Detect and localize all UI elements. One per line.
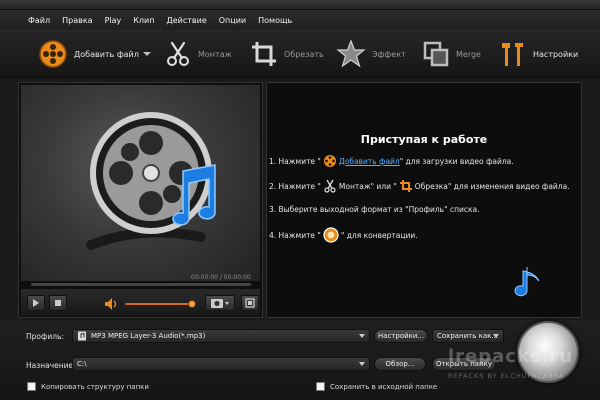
- merge-label: Merge: [456, 49, 481, 59]
- step-1-prefix: 1. Нажмите ": [269, 156, 321, 166]
- save-source-checkbox[interactable]: [316, 382, 325, 391]
- player-controls: [21, 289, 260, 316]
- menu-clip[interactable]: Клип: [133, 16, 154, 25]
- convert-icon: [323, 227, 339, 243]
- play-button[interactable]: [27, 295, 45, 311]
- menu-file[interactable]: Файл: [28, 16, 50, 25]
- save-source-label: Сохранить в исходной папке: [330, 383, 438, 391]
- getting-started-title: Приступая к работе: [360, 133, 488, 146]
- watermark-site: lrepacks.ru: [448, 346, 574, 367]
- step-1: 1. Нажмите " Добавить файл " для загрузк…: [269, 154, 514, 168]
- menu-edit[interactable]: Правка: [62, 16, 92, 25]
- effect-button[interactable]: Эффект: [336, 38, 406, 70]
- crop-button[interactable]: Обрезать: [250, 38, 324, 70]
- merge-button[interactable]: Merge: [422, 38, 481, 70]
- step-3-text: 3. Выберите выходной формат из "Профиль"…: [269, 205, 480, 214]
- step-2-prefix: 2. Нажмите ": [269, 181, 321, 191]
- menu-play[interactable]: Play: [105, 16, 122, 25]
- fullscreen-icon: [245, 298, 255, 308]
- window-titlebar: [0, 0, 600, 10]
- step-1-suffix: " для загрузки видео файла.: [399, 156, 514, 166]
- save-as-label: Сохранить как...: [437, 332, 499, 340]
- add-file-button[interactable]: Добавить файл: [38, 38, 152, 70]
- menu-action[interactable]: Действие: [166, 16, 206, 25]
- step-2: 2. Нажмите " Монтаж" или " Обрезка" для …: [269, 179, 570, 193]
- volume-knob[interactable]: [188, 300, 196, 308]
- chevron-down-icon: [359, 362, 365, 366]
- destination-label: Назначение:: [26, 361, 76, 370]
- volume-slider[interactable]: [125, 303, 191, 305]
- menu-options[interactable]: Опции: [219, 16, 246, 25]
- step-4: 4. Нажмите " " для конвертации.: [269, 227, 418, 243]
- destination-dropdown[interactable]: C:\: [72, 357, 370, 371]
- chevron-down-icon: [493, 334, 499, 338]
- crop-icon: [252, 42, 276, 66]
- merge-icon: [423, 41, 449, 67]
- destination-value: C:\: [77, 360, 87, 368]
- trim-label: Монтаж: [198, 49, 232, 59]
- toolbar: Добавить файл Монтаж Обрезать Эффект Mer…: [0, 30, 600, 78]
- scissors-icon: [324, 179, 336, 193]
- effect-label: Эффект: [372, 49, 406, 59]
- profile-value: MP3 MPEG Layer-3 Audio(*.mp3): [91, 332, 206, 340]
- menu-help[interactable]: Помощь: [258, 16, 292, 25]
- camera-icon: [211, 299, 229, 308]
- watermark-credit: REPACKS BY ELCHUPACABRA: [448, 372, 565, 380]
- profile-dropdown[interactable]: MP3 MPEG Layer-3 Audio(*.mp3): [72, 329, 370, 343]
- chevron-down-icon: [359, 334, 365, 338]
- copy-structure-checkbox[interactable]: [27, 382, 36, 391]
- timecode: 00:00:00 / 00:00:00: [191, 274, 251, 281]
- add-file-link[interactable]: Добавить файл: [339, 157, 400, 166]
- copy-structure-label: Копировать структуру папки: [41, 383, 149, 391]
- scissors-icon: [167, 41, 189, 66]
- tools-icon: [502, 43, 523, 66]
- trim-button[interactable]: Монтаж: [164, 38, 232, 70]
- film-reel-music-icon: [86, 112, 216, 250]
- music-note-icon: [514, 267, 540, 297]
- settings-label: Настройки: [533, 49, 579, 59]
- stop-icon: [55, 300, 61, 306]
- save-as-dropdown[interactable]: Сохранить как...: [432, 329, 504, 343]
- crop-icon: [399, 180, 412, 192]
- step-2-suffix: Обрезка" для изменения видео файла.: [414, 181, 570, 191]
- profile-label: Профиль:: [26, 332, 65, 341]
- film-reel-icon: [39, 40, 67, 68]
- audio-file-icon: [78, 331, 86, 341]
- star-icon: [336, 39, 366, 68]
- stop-button[interactable]: [49, 295, 67, 311]
- crop-label: Обрезать: [284, 49, 324, 59]
- step-3: 3. Выберите выходной формат из "Профиль"…: [269, 205, 479, 214]
- video-preview-panel: 00:00:00 / 00:00:00: [18, 82, 263, 318]
- profile-settings-button[interactable]: Настройки...: [374, 329, 428, 343]
- settings-button[interactable]: Настройки: [497, 38, 578, 70]
- snapshot-button[interactable]: [205, 295, 235, 311]
- browse-button[interactable]: Обзор...: [374, 357, 426, 371]
- getting-started-panel: Приступая к работе 1. Нажмите " Добавить…: [266, 82, 582, 318]
- menu-bar: Файл Правка Play Клип Действие Опции Пом…: [0, 10, 600, 30]
- play-icon: [33, 299, 39, 307]
- step-4-prefix: 4. Нажмите ": [269, 230, 321, 240]
- add-file-label: Добавить файл: [74, 49, 139, 59]
- video-preview: 00:00:00 / 00:00:00: [21, 85, 260, 281]
- fullscreen-button[interactable]: [241, 295, 259, 311]
- step-2-mid: Монтаж" или ": [338, 181, 397, 191]
- seek-bar[interactable]: [31, 283, 251, 286]
- step-4-suffix: " для конвертации.: [340, 230, 418, 240]
- speaker-icon[interactable]: [105, 298, 119, 310]
- chevron-down-icon: [142, 52, 151, 56]
- film-reel-icon: [323, 155, 336, 167]
